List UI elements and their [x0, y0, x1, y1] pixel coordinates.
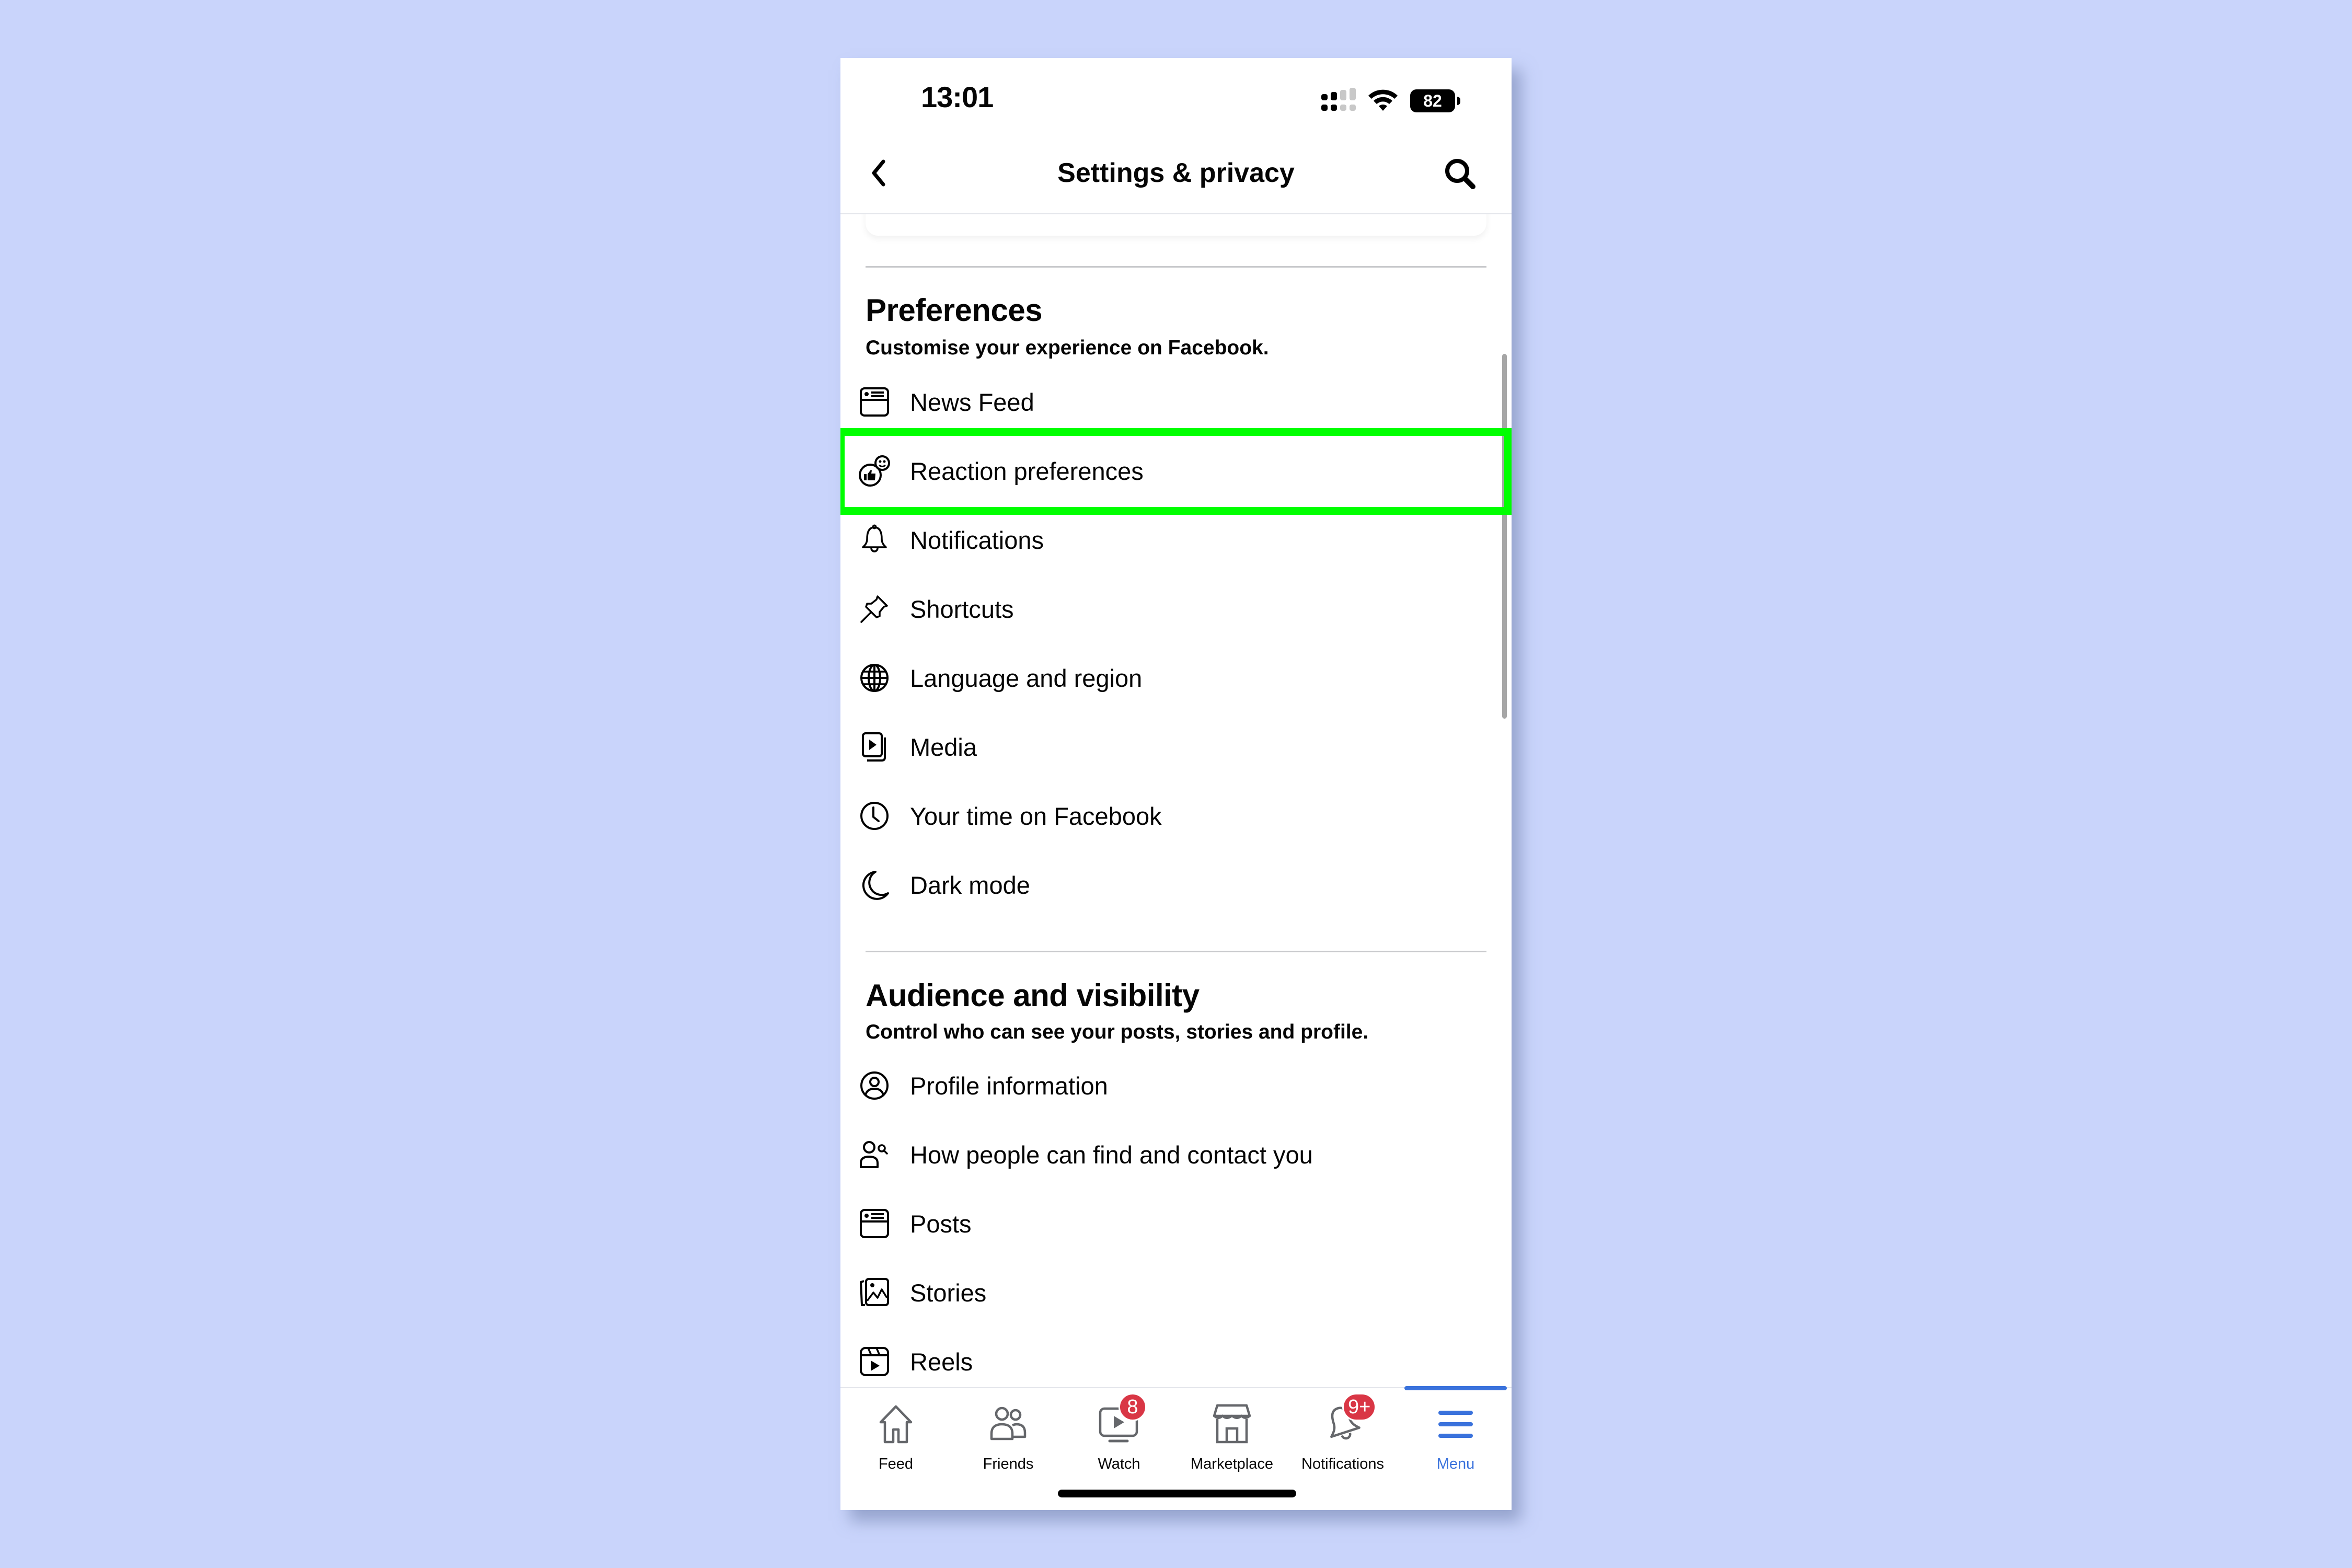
status-time: 13:01	[921, 80, 994, 113]
moon-icon	[856, 867, 893, 903]
settings-item-profile-information[interactable]: Profile information	[840, 1051, 1512, 1120]
profile-icon	[856, 1067, 893, 1104]
tab-friends[interactable]: Friends	[952, 1396, 1064, 1490]
home-indicator[interactable]	[1058, 1490, 1296, 1497]
header-divider	[840, 213, 1512, 214]
tab-label: Notifications	[1301, 1456, 1384, 1472]
stories-icon	[856, 1274, 893, 1311]
notifications-badge: 9+	[1342, 1393, 1377, 1421]
menu-icon	[1432, 1398, 1479, 1450]
settings-item-label: Notifications	[910, 526, 1044, 554]
battery-level: 82	[1423, 91, 1442, 110]
settings-item-label: Profile information	[910, 1071, 1108, 1100]
search-button[interactable]	[1442, 155, 1479, 193]
settings-item-label: Language and region	[910, 664, 1143, 692]
settings-item-label: Reels	[910, 1347, 973, 1376]
news-feed-icon	[856, 384, 893, 420]
settings-item-reaction-preferences[interactable]: Reaction preferences	[840, 436, 1512, 505]
find-people-icon	[856, 1136, 893, 1173]
settings-item-label: How people can find and contact you	[910, 1140, 1313, 1169]
dual-signal-icon	[1321, 87, 1356, 114]
settings-item-label: Posts	[910, 1209, 972, 1238]
settings-item-find-contact[interactable]: How people can find and contact you	[840, 1120, 1512, 1189]
settings-item-shortcuts[interactable]: Shortcuts	[840, 574, 1512, 643]
tab-label: Friends	[983, 1456, 1034, 1472]
globe-icon	[856, 660, 893, 696]
marketplace-icon	[1208, 1398, 1255, 1450]
scrollbar[interactable]	[1502, 354, 1507, 719]
tab-label: Marketplace	[1191, 1456, 1273, 1472]
settings-item-dark-mode[interactable]: Dark mode	[840, 850, 1512, 919]
tab-label: Feed	[878, 1456, 914, 1472]
tab-label: Menu	[1436, 1456, 1475, 1472]
home-icon	[872, 1398, 919, 1450]
bell-icon: 9+	[1319, 1393, 1377, 1450]
page-title: Settings & privacy	[1057, 158, 1295, 188]
settings-item-news-feed[interactable]: News Feed	[840, 367, 1512, 436]
clock-icon	[856, 798, 893, 834]
media-icon	[856, 729, 893, 765]
section-title-audience: Audience and visibility	[866, 978, 1200, 1013]
settings-item-stories[interactable]: Stories	[840, 1258, 1512, 1327]
status-icons: 82	[1321, 85, 1460, 117]
settings-item-time-on-facebook[interactable]: Your time on Facebook	[840, 781, 1512, 850]
phone-screen: 13:01 82 Settings & privacy Preferences …	[840, 58, 1512, 1510]
tab-marketplace[interactable]: Marketplace	[1176, 1396, 1288, 1490]
tab-label: Watch	[1098, 1456, 1140, 1472]
active-tab-indicator	[1404, 1386, 1507, 1390]
section-subtitle-preferences: Customise your experience on Facebook.	[866, 337, 1269, 359]
watch-icon: 8	[1096, 1393, 1147, 1450]
reaction-icon	[856, 453, 893, 489]
settings-item-label: Reaction preferences	[910, 457, 1144, 485]
settings-item-label: Media	[910, 733, 977, 761]
pin-icon	[856, 591, 893, 627]
settings-item-label: Shortcuts	[910, 595, 1014, 623]
section-divider	[866, 266, 1486, 268]
reels-icon	[856, 1343, 893, 1380]
settings-item-media[interactable]: Media	[840, 712, 1512, 781]
search-icon	[1445, 159, 1475, 189]
bell-icon	[856, 522, 893, 558]
battery-icon: 82	[1410, 89, 1460, 112]
settings-item-label: Dark mode	[910, 871, 1030, 899]
section-title-preferences: Preferences	[866, 293, 1043, 328]
tab-watch[interactable]: 8 Watch	[1063, 1393, 1175, 1490]
section-subtitle-audience: Control who can see your posts, stories …	[866, 1021, 1369, 1043]
wifi-icon	[1367, 88, 1399, 114]
watch-badge: 8	[1119, 1393, 1147, 1421]
tab-notifications[interactable]: 9+ Notifications	[1287, 1393, 1399, 1490]
settings-item-notifications[interactable]: Notifications	[840, 505, 1512, 574]
tab-feed[interactable]: Feed	[840, 1396, 952, 1490]
posts-icon	[856, 1205, 893, 1242]
settings-item-label: News Feed	[910, 388, 1034, 416]
settings-item-language-region[interactable]: Language and region	[840, 643, 1512, 712]
tab-menu[interactable]: Menu	[1400, 1396, 1512, 1490]
settings-item-posts[interactable]: Posts	[840, 1189, 1512, 1258]
settings-item-label: Your time on Facebook	[910, 802, 1162, 830]
section-divider	[866, 951, 1486, 952]
friends-icon	[985, 1398, 1032, 1450]
settings-item-label: Stories	[910, 1278, 987, 1307]
